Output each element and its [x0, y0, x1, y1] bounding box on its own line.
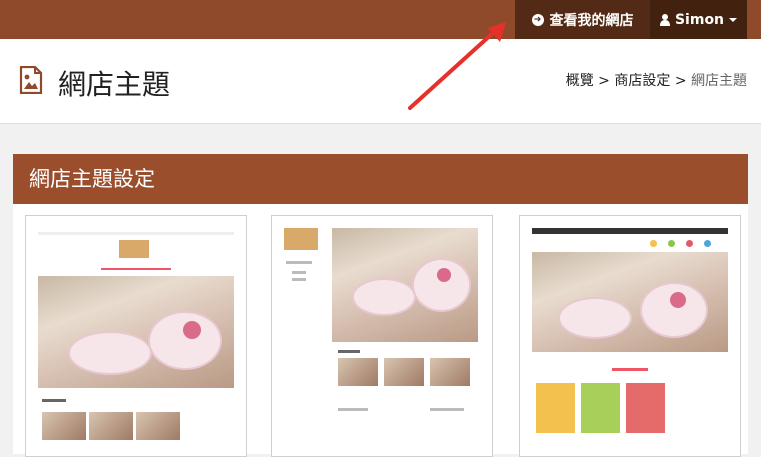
theme-card-2[interactable] — [271, 215, 493, 457]
top-bar: ➜ 查看我的網店 Simon — [0, 0, 761, 39]
preview-logo — [284, 228, 318, 250]
preview-nav-dot — [650, 240, 657, 247]
chevron-down-icon — [729, 17, 738, 22]
breadcrumb: 概覽 > 商店設定 > 網店主題 — [566, 70, 747, 90]
arrow-circle-icon: ➜ — [531, 13, 544, 26]
image-file-icon — [19, 66, 43, 94]
preview-topline — [532, 228, 728, 234]
preview-product-thumb — [89, 412, 133, 440]
preview-hero-image — [532, 252, 728, 352]
user-name: Simon — [674, 11, 725, 28]
user-menu-button[interactable]: Simon — [650, 0, 747, 39]
preview-topline — [38, 232, 234, 235]
preview-hero-image — [332, 228, 478, 342]
view-my-shop-button[interactable]: ➜ 查看我的網店 — [515, 0, 650, 39]
view-my-shop-label: 查看我的網店 — [549, 12, 634, 29]
user-icon — [659, 13, 670, 26]
preview-section-heading — [42, 399, 66, 402]
preview-product-tile — [626, 383, 665, 433]
preview-nav-dot — [668, 240, 675, 247]
preview-section-heading — [612, 368, 648, 371]
preview-footer-text — [338, 408, 368, 411]
breadcrumb-separator: > — [598, 73, 610, 89]
preview-nav-dot — [686, 240, 693, 247]
preview-product-tile — [581, 383, 620, 433]
page-header: 網店主題 概覽 > 商店設定 > 網店主題 — [0, 39, 761, 124]
preview-product-thumb — [136, 412, 180, 440]
breadcrumb-current: 網店主題 — [691, 73, 747, 89]
theme-card-1[interactable] — [25, 215, 247, 457]
breadcrumb-store-settings[interactable]: 商店設定 — [614, 73, 670, 89]
theme-card-3[interactable] — [519, 215, 741, 457]
annotation-arrow — [408, 22, 506, 110]
preview-product-tile — [536, 383, 575, 433]
preview-sidebar-item — [292, 271, 306, 274]
preview-product-thumb — [338, 358, 378, 386]
preview-product-thumb — [384, 358, 424, 386]
preview-product-thumb — [42, 412, 86, 440]
preview-nav — [101, 268, 171, 270]
page-title: 網店主題 — [58, 68, 171, 101]
preview-footer-text — [430, 408, 464, 411]
preview-section-heading — [338, 350, 360, 353]
preview-nav-dot — [704, 240, 711, 247]
panel-title: 網店主題設定 — [13, 154, 748, 204]
preview-hero-image — [38, 276, 234, 388]
theme-settings-panel: 網店主題設定 — [13, 154, 748, 457]
preview-sidebar-item — [292, 278, 306, 281]
preview-logo — [119, 240, 149, 258]
preview-product-thumb — [430, 358, 470, 386]
preview-sidebar-item — [286, 261, 312, 264]
breadcrumb-overview[interactable]: 概覽 — [566, 73, 594, 89]
breadcrumb-separator: > — [674, 73, 687, 89]
